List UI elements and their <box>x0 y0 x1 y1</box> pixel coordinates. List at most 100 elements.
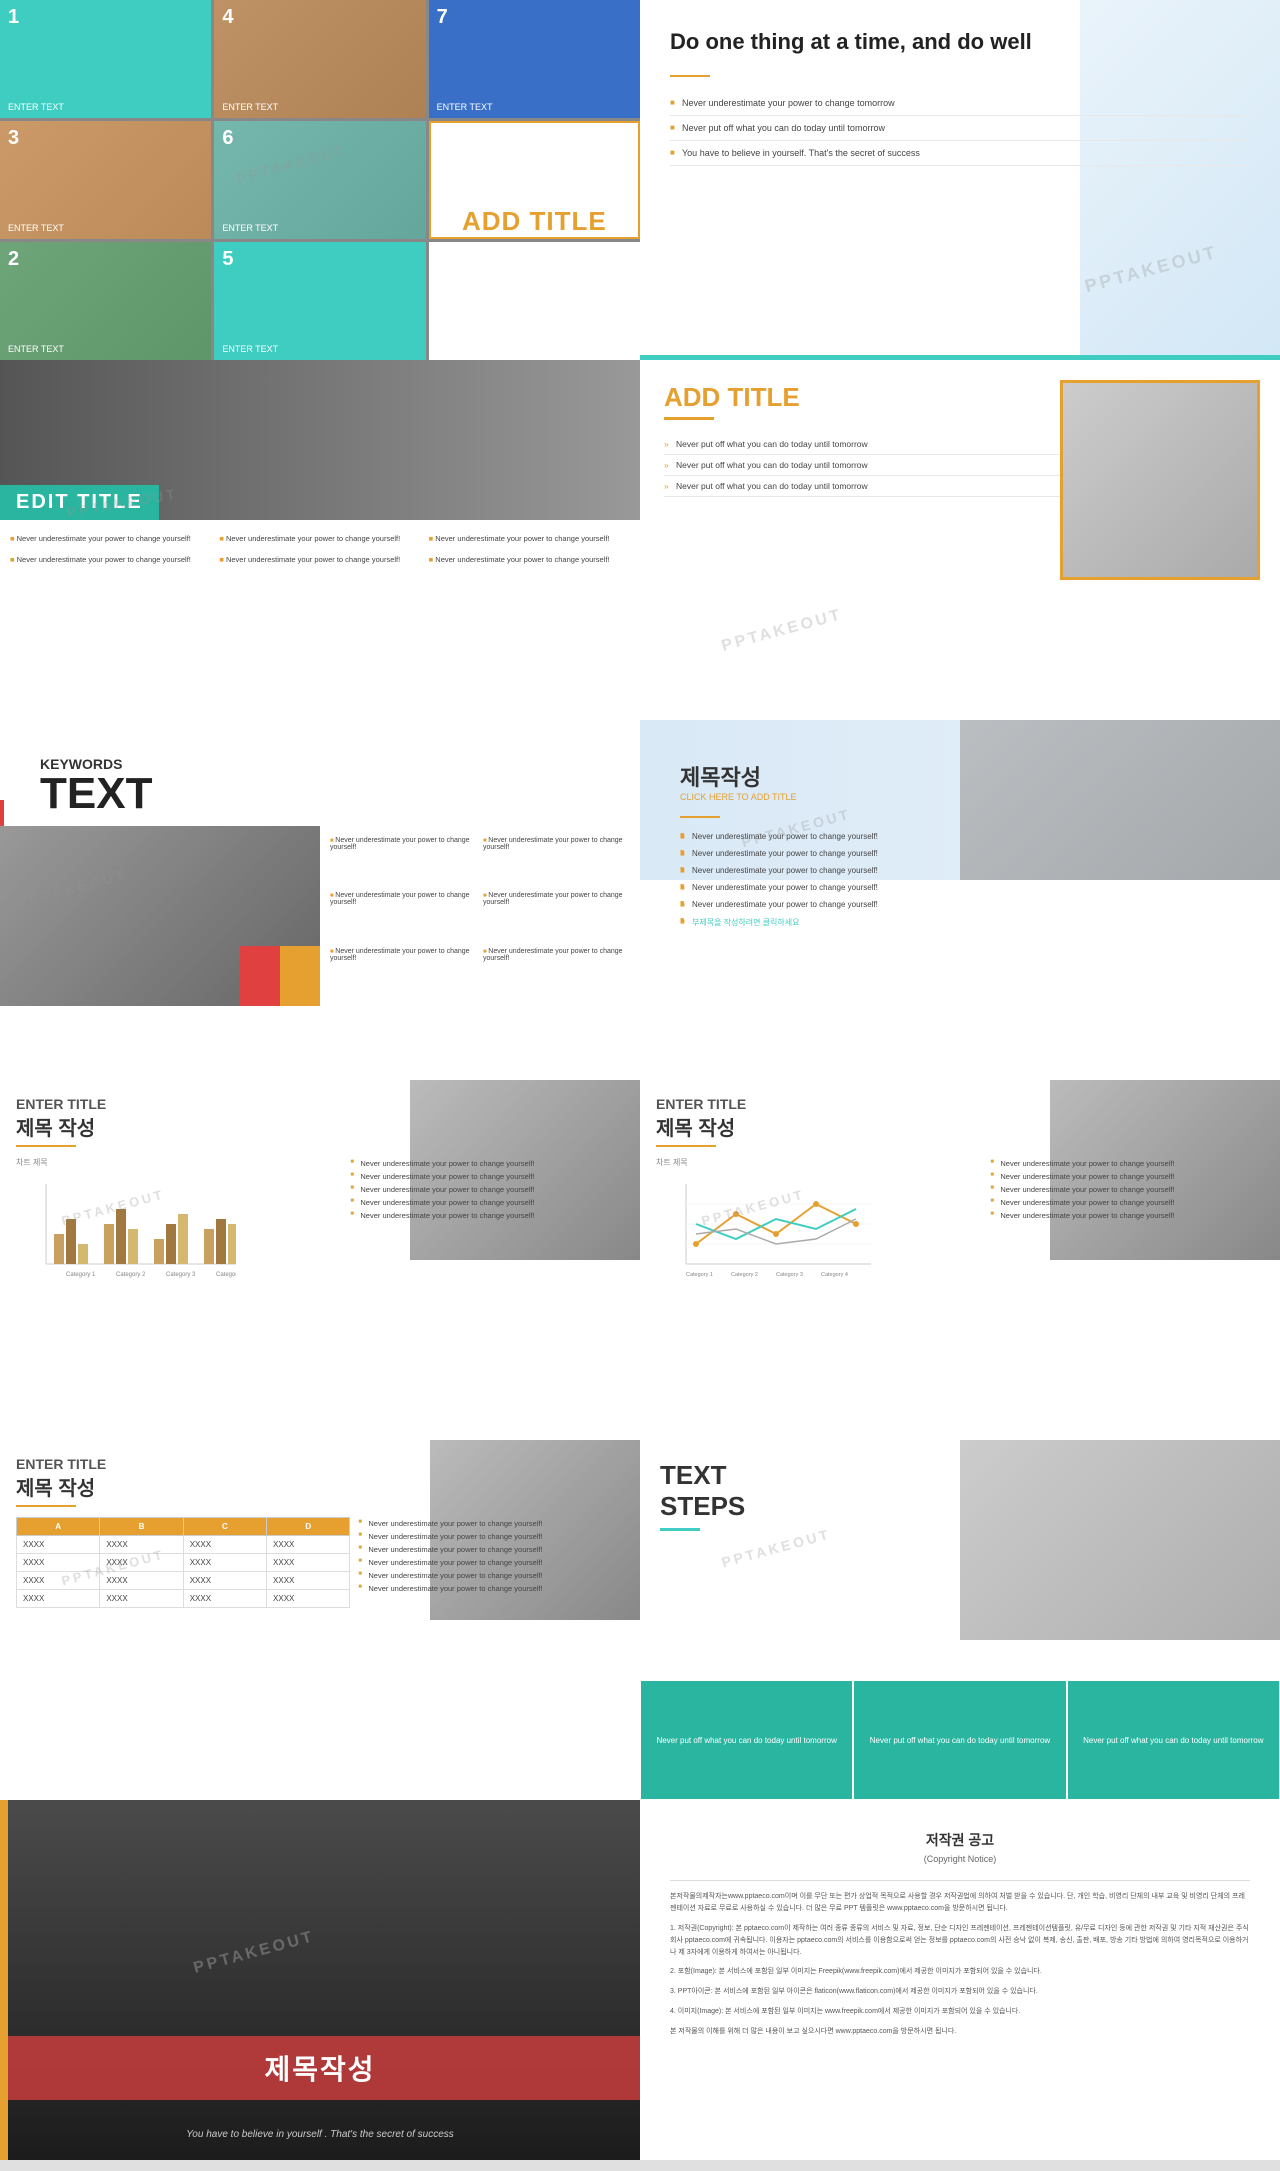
cell-pp-label: ENTER TEXT <box>222 223 278 233</box>
step-box-1: Never put off what you can do today unti… <box>641 1681 852 1799</box>
slide5-right-bullets: Never underestimate your power to change… <box>320 826 640 1006</box>
slide5-left-img: PPTAKEOUT <box>0 826 320 1006</box>
s8-bl-1: Never underestimate your power to change… <box>990 1157 1264 1170</box>
s9-bl-5: Never underestimate your power to change… <box>358 1569 624 1582</box>
s7-bl-2: Never underestimate your power to change… <box>350 1170 624 1183</box>
table-row-1: XXXX XXXX XXXX XXXX <box>17 1536 350 1554</box>
add-title-text: ADD TITLE <box>462 206 607 237</box>
bullet-s3-3: Never underestimate your power to change… <box>427 530 632 547</box>
bar-chart-svg: Category 1 Category 2 Category 3 Categor… <box>16 1174 236 1284</box>
s9-bl-1: Never underestimate your power to change… <box>358 1517 624 1530</box>
s7-bl-4: Never underestimate your power to change… <box>350 1196 624 1209</box>
svg-text:Category 3: Category 3 <box>166 1272 196 1278</box>
rb-3: Never underestimate your power to change… <box>328 889 479 942</box>
bullet-s3-5: Never underestimate your power to change… <box>217 551 422 568</box>
slide-4: ADD TITLE Never put off what you can do … <box>640 360 1280 720</box>
slide-10: TEXT STEPS Never put off what you can do… <box>640 1440 1280 1800</box>
slide4-underline <box>664 417 714 420</box>
s6-bullet-5: ■ Never underestimate your power to chan… <box>680 896 1240 913</box>
cell-7: 7 ENTER TEXT <box>429 0 640 118</box>
step-text-3: Never put off what you can do today unti… <box>1083 1736 1263 1745</box>
s7-bl-3: Never underestimate your power to change… <box>350 1183 624 1196</box>
slide3-top-img: EDIT TITLE PPTAKEOUT <box>0 360 640 520</box>
svg-text:Category 4: Category 4 <box>821 1272 848 1278</box>
s6-bullet-1: ■ Never underestimate your power to chan… <box>680 828 1240 845</box>
divider-line <box>670 75 710 77</box>
s6-bullet-6: ■ 부제목을 작성하려면 클릭하세요 <box>680 913 1240 932</box>
slide6-bullets: ■ Never underestimate your power to chan… <box>680 828 1240 932</box>
cell-3: 3 ENTER TEXT <box>0 121 211 239</box>
bullet-s3-1: Never underestimate your power to change… <box>8 530 213 547</box>
cell-5-num: 5 <box>222 248 233 271</box>
slide10-title-section: TEXT STEPS <box>640 1440 1280 1551</box>
s8-bl-3: Never underestimate your power to change… <box>990 1183 1264 1196</box>
slide7-underline <box>16 1145 76 1147</box>
th-a: A <box>17 1518 100 1536</box>
slide6-divider <box>680 816 720 818</box>
slide10-text-steps: TEXT STEPS <box>660 1460 1260 1522</box>
cell-4-num: 4 <box>222 6 233 29</box>
text-big: TEXT <box>22 772 622 816</box>
cell-3-num: 3 <box>8 127 19 150</box>
bullet-list: Never underestimate your power to change… <box>670 91 1250 166</box>
chart-title: 차트 제목 <box>16 1157 340 1168</box>
slide8-chart-title: 차트 제목 <box>656 1157 980 1168</box>
s8-bl-4: Never underestimate your power to change… <box>990 1196 1264 1209</box>
bullet-s3-4: Never underestimate your power to change… <box>8 551 213 568</box>
step-text-2: Never put off what you can do today unti… <box>870 1736 1050 1745</box>
cell-3-label: ENTER TEXT <box>8 223 64 233</box>
th-c: C <box>183 1518 266 1536</box>
th-d: D <box>267 1518 350 1536</box>
table-row-3: XXXX XXXX XXXX XXXX <box>17 1572 350 1590</box>
bullet-s3-6: Never underestimate your power to change… <box>427 551 632 568</box>
cb-orange <box>280 946 320 1006</box>
step-box-3: Never put off what you can do today unti… <box>1068 1681 1279 1799</box>
slide9-table: A B C D XXXX XXXX XXXX XXXX <box>16 1517 350 1608</box>
rb-4: Never underestimate your power to change… <box>481 889 632 942</box>
s7-bl-1: Never underestimate your power to change… <box>350 1157 624 1170</box>
cell-pp: 6 ENTER TEXT PPTAKEOUT <box>214 121 425 239</box>
slide7-chart: 차트 제목 <box>16 1157 350 1289</box>
slide-5: KEYWORDS TEXT PPTAKEOUT Never underestim… <box>0 720 640 1080</box>
svg-text:Category 1: Category 1 <box>686 1272 713 1278</box>
slide11-subtitle: You have to believe in yourself . That's… <box>0 2129 640 2140</box>
slide6-click-here: CLICK HERE TO ADD TITLE <box>680 792 1240 802</box>
table-row-4: XXXX XXXX XXXX XXXX <box>17 1590 350 1608</box>
rb-1: Never underestimate your power to change… <box>328 834 479 887</box>
cell-7-label: ENTER TEXT <box>437 102 493 112</box>
color-blocks <box>240 946 320 1006</box>
cp-para-3: 3. PPT아이콘: 본 서비스에 포함된 일부 아이콘은 flaticon(w… <box>670 1986 1250 1998</box>
slide6-title-kr: 제목작성 <box>680 760 1240 792</box>
slide-11: 제목작성 You have to believe in yourself . T… <box>0 1800 640 2160</box>
slide1-grid: 1 ENTER TEXT 4 ENTER TEXT 7 ENTER TEXT 3… <box>0 0 640 360</box>
cell-1-num: 1 <box>8 6 19 29</box>
s9-bl-2: Never underestimate your power to change… <box>358 1530 624 1543</box>
cell-add-title: ADD TITLE <box>429 121 640 239</box>
cell-5: 5 ENTER TEXT <box>214 242 425 360</box>
s6-bullet-2: ■ Never underestimate your power to chan… <box>680 845 1240 862</box>
s7-bl-5: Never underestimate your power to change… <box>350 1209 624 1222</box>
cell-2-label: ENTER TEXT <box>8 344 64 354</box>
slide8-chart: 차트 제목 <box>656 1157 990 1289</box>
keywords-label: KEYWORDS <box>22 738 622 772</box>
svg-text:Category 3: Category 3 <box>776 1272 803 1278</box>
orange-accent <box>0 1800 8 2160</box>
rb-6: Never underestimate your power to change… <box>481 945 632 998</box>
th-b: B <box>100 1518 183 1536</box>
slide4-photo-box <box>1060 380 1260 580</box>
slide6-content: 제목작성 CLICK HERE TO ADD TITLE ■ Never und… <box>660 740 1260 952</box>
bullet-item-1: Never underestimate your power to change… <box>670 91 1250 116</box>
copyright-title: 저작권 공고 <box>670 1830 1250 1850</box>
slide-1: 1 ENTER TEXT 4 ENTER TEXT 7 ENTER TEXT 3… <box>0 0 640 360</box>
cell-empty <box>429 242 640 360</box>
bullet-item-2: Never put off what you can do today unti… <box>670 116 1250 141</box>
half-grid: PPTAKEOUT Never underestimate your power… <box>0 826 640 1006</box>
watermark-s5: PPTAKEOUT <box>16 866 129 911</box>
slide9-bullets: Never underestimate your power to change… <box>350 1517 624 1608</box>
cell-1: 1 ENTER TEXT <box>0 0 211 118</box>
slide11-title: 제목작성 <box>12 2048 628 2088</box>
s6-bullet-4: ■ Never underestimate your power to chan… <box>680 879 1240 896</box>
cp-para-2: 2. 포함(Image): 본 서비스에 포함된 일부 이미지는 Freepik… <box>670 1966 1250 1978</box>
slide-8: ENTER TITLE 제목 작성 차트 제목 <box>640 1080 1280 1440</box>
slide9-content: A B C D XXXX XXXX XXXX XXXX <box>16 1517 624 1608</box>
